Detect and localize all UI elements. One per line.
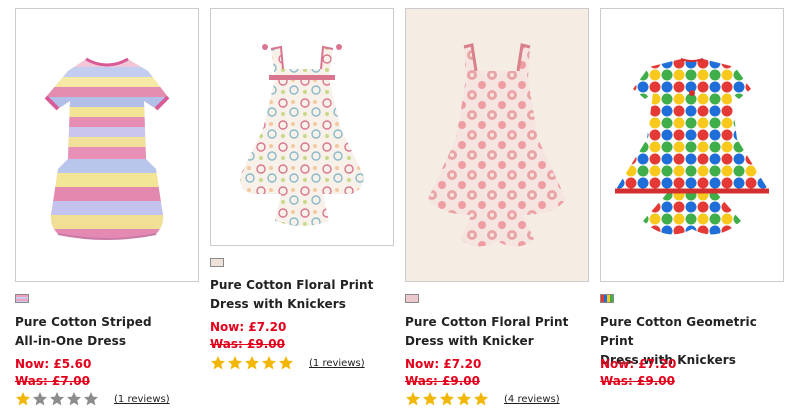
was-price: Was: £7.00 [15,374,90,388]
colour-swatch[interactable] [210,258,224,267]
now-price: Now: £7.20 [405,357,482,371]
product-image-striped-dress[interactable] [15,8,199,282]
product-name-line2[interactable]: Dress with Knickers [210,295,394,314]
star-empty-icon [33,392,47,406]
reviews-link[interactable]: (1 reviews) [114,393,170,407]
star-empty-icon [84,392,98,406]
star-filled-icon [228,356,242,370]
product-name[interactable]: Pure Cotton Striped All-in-One Dress [15,313,199,351]
now-price: Now: £7.20 [600,357,677,371]
product-name-line2[interactable]: All-in-One Dress [15,332,199,351]
product-name-line1[interactable]: Pure Cotton Floral Print [210,276,394,295]
striped-dress-image [44,57,170,240]
reviews-link[interactable]: (4 reviews) [504,393,560,407]
colour-swatch[interactable] [600,294,614,303]
star-empty-icon [50,392,64,406]
geometric-dress-image [615,58,769,235]
product-name-line2[interactable]: Dress with Knicker [405,332,589,351]
product-name-line1[interactable]: Pure Cotton Geometric Print [600,313,784,351]
was-price: Was: £9.00 [210,337,285,351]
star-filled-icon [423,392,437,406]
product-name-line1[interactable]: Pure Cotton Floral Print [405,313,589,332]
star-filled-icon [16,392,30,406]
star-filled-icon [245,356,259,370]
star-filled-icon [474,392,488,406]
star-filled-icon [211,356,225,370]
product-name[interactable]: Pure Cotton Floral Print Dress with Knic… [405,313,589,351]
now-price: Now: £7.20 [210,320,287,334]
rating-stars [15,391,99,407]
star-filled-icon [279,356,293,370]
product-image-floral-dress[interactable] [210,8,394,246]
star-filled-icon [262,356,276,370]
product-name[interactable]: Pure Cotton Floral Print Dress with Knic… [210,276,394,314]
was-price: Was: £9.00 [405,374,480,388]
colour-swatch[interactable] [405,294,419,303]
colour-swatch[interactable] [15,294,29,303]
pink-floral-dress-image [406,9,588,281]
floral-dress-image [240,44,364,226]
star-filled-icon [457,392,471,406]
product-image-pink-floral-dress[interactable] [405,8,589,282]
product-name-line1[interactable]: Pure Cotton Striped [15,313,199,332]
now-price: Now: £5.60 [15,357,92,371]
star-filled-icon [406,392,420,406]
reviews-link[interactable]: (1 reviews) [309,357,365,371]
product-image-geometric-dress[interactable] [600,8,784,282]
star-empty-icon [67,392,81,406]
was-price: Was: £9.00 [600,374,675,388]
rating-stars [405,391,489,407]
star-filled-icon [440,392,454,406]
rating-stars [210,355,294,371]
